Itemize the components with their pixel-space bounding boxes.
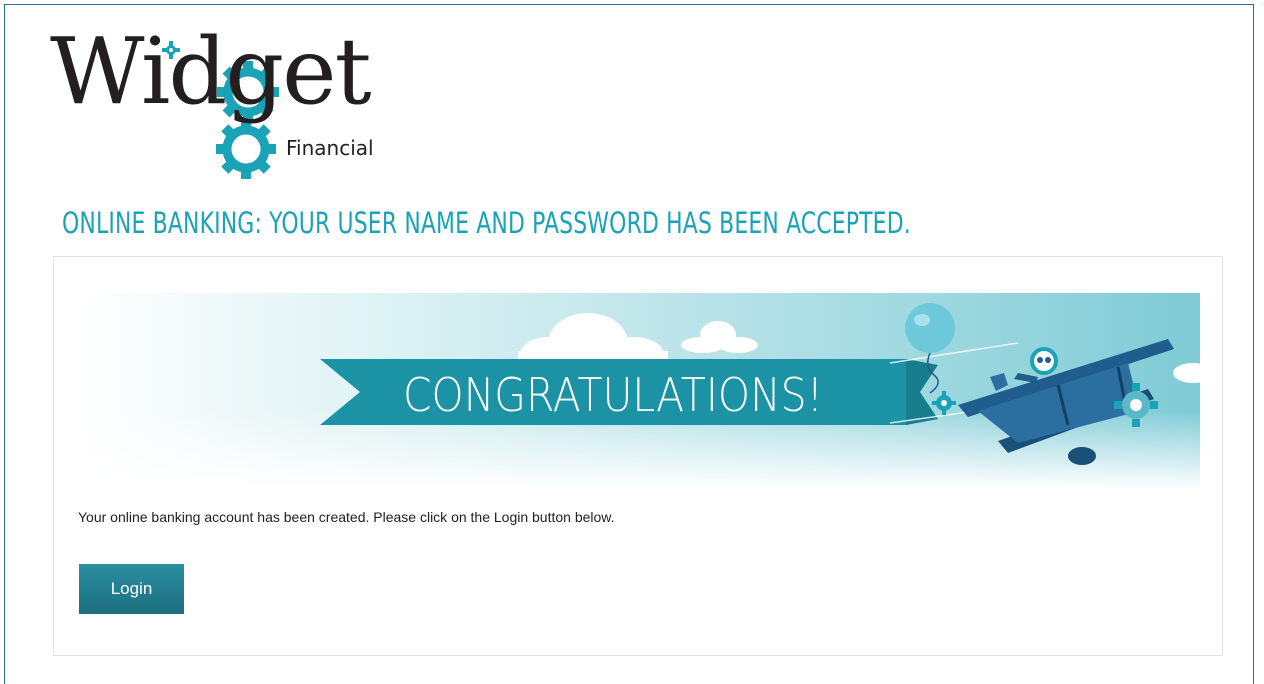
logo-wordmark: Widget [50, 18, 372, 125]
logo-subtitle: Financial [286, 136, 374, 160]
confirmation-message: Your online banking account has been cre… [78, 509, 615, 525]
congratulations-text: CONGRATULATIONS! [403, 368, 823, 422]
login-button[interactable]: Login [79, 564, 184, 614]
congratulations-banner: CONGRATULATIONS! [78, 293, 1200, 489]
widget-financial-logo: Widget Financial [50, 18, 390, 188]
page-title: ONLINE BANKING: YOUR USER NAME AND PASSW… [62, 206, 911, 240]
content-panel: CONGRATULATIONS! Your online banking acc… [53, 256, 1223, 656]
